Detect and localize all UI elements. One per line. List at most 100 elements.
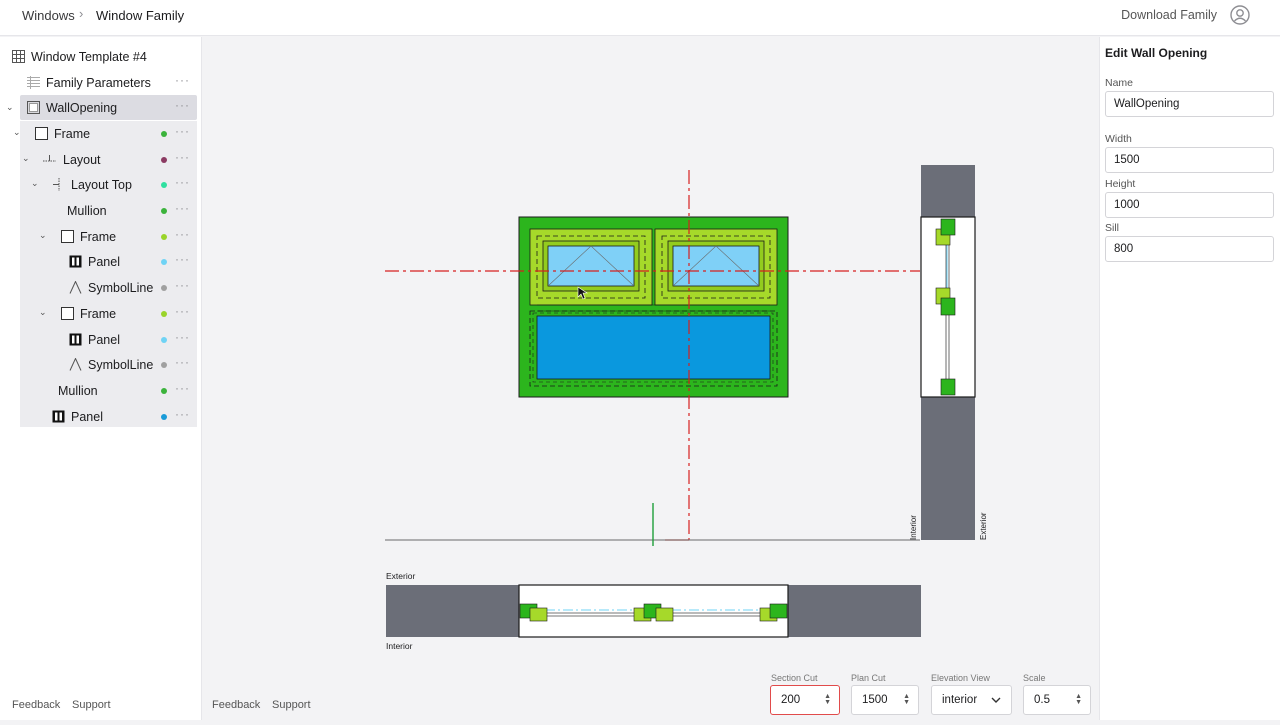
top-bar: Windows › Window Family Download Family <box>0 0 1280 36</box>
breadcrumb-windows[interactable]: Windows <box>22 8 75 23</box>
tree-item-family-parameters[interactable]: Family Parameters ··· <box>0 70 197 95</box>
more-icon[interactable]: ··· <box>175 252 190 266</box>
plan-exterior-label: Exterior <box>386 571 415 581</box>
edit-panel-title: Edit Wall Opening <box>1105 46 1208 60</box>
edit-panel: Edit Wall Opening Name WallOpening Width… <box>1099 37 1280 720</box>
more-icon[interactable]: ··· <box>175 175 190 189</box>
tree-label: Mullion <box>58 384 98 398</box>
list-icon <box>27 76 40 89</box>
tree-item-frame[interactable]: ⌄ Frame ··· <box>0 224 197 249</box>
glass-top-left <box>547 245 635 287</box>
glass-top-right <box>672 245 760 287</box>
tree-item-wallopening[interactable]: WallOpening ··· <box>20 95 197 120</box>
tree-item-mullion[interactable]: Mullion ··· <box>0 378 197 403</box>
color-dot <box>161 337 167 343</box>
sidebar-tree: Window Template #4 Family Parameters ···… <box>0 37 202 720</box>
color-dot <box>161 311 167 317</box>
tree-item-panel[interactable]: Panel ··· <box>0 327 197 352</box>
feedback-link[interactable]: Feedback <box>12 699 60 711</box>
tree-item-layout[interactable]: ⌄ Layout ··· <box>0 147 197 172</box>
plan-cut-stepper[interactable]: 1500 ▲ ▼ <box>851 685 919 715</box>
height-field[interactable]: 1000 <box>1105 192 1274 218</box>
height-label: Height <box>1105 178 1136 190</box>
more-icon[interactable]: ··· <box>175 201 190 215</box>
frame-icon <box>61 307 74 320</box>
more-icon[interactable]: ··· <box>175 227 190 241</box>
chevron-down-icon[interactable]: ⌄ <box>6 102 16 112</box>
stepper-arrows-icon[interactable]: ▲ ▼ <box>903 693 910 706</box>
tree-item-mullion[interactable]: Mullion ··· <box>0 198 197 223</box>
color-dot <box>161 157 167 163</box>
wall-opening-icon <box>27 101 40 114</box>
tree-label: Frame <box>80 307 117 321</box>
tree-label: Layout <box>63 153 101 167</box>
stepper-arrows-icon[interactable]: ▲ ▼ <box>1075 693 1082 706</box>
support-link-canvas[interactable]: Support <box>272 699 311 711</box>
plan-cut-value: 1500 <box>862 694 888 706</box>
section-exterior-label: Exterior <box>979 512 988 540</box>
more-icon[interactable]: ··· <box>175 355 190 369</box>
stepper-arrows-icon[interactable]: ▲ ▼ <box>824 693 831 706</box>
frame-icon <box>61 230 74 243</box>
color-dot <box>161 362 167 368</box>
chevron-down-icon[interactable]: ⌄ <box>22 153 32 163</box>
symbol-line-icon <box>69 281 82 294</box>
plan-cut-label: Plan Cut <box>851 673 886 683</box>
drawing-canvas[interactable]: Interior Exterior Exterior Interior <box>202 37 1098 720</box>
chevron-down-icon[interactable]: ⌄ <box>39 230 49 240</box>
color-dot <box>161 414 167 420</box>
tree-label: Frame <box>54 127 91 141</box>
more-icon[interactable]: ··· <box>175 150 190 164</box>
scale-value: 0.5 <box>1034 694 1050 706</box>
name-label: Name <box>1105 77 1134 89</box>
section-cut-stepper[interactable]: 200 ▲ ▼ <box>770 685 840 715</box>
section-cut-value: 200 <box>781 694 801 706</box>
tree-item-panel[interactable]: Panel ··· <box>0 404 197 429</box>
tree-item-symbolline[interactable]: SymbolLine ··· <box>0 352 197 377</box>
feedback-link-canvas[interactable]: Feedback <box>212 699 260 711</box>
name-field[interactable]: WallOpening <box>1105 91 1274 117</box>
symbol-line-icon <box>69 358 82 371</box>
width-field[interactable]: 1500 <box>1105 147 1274 173</box>
tree-item-frame[interactable]: ⌄ Frame ··· <box>0 301 197 326</box>
more-icon[interactable]: ··· <box>175 381 190 395</box>
plan-interior-label: Interior <box>386 641 413 651</box>
color-dot <box>161 182 167 188</box>
section-interior-label: Interior <box>909 515 918 540</box>
scale-label: Scale <box>1023 673 1046 683</box>
more-icon[interactable]: ··· <box>175 330 190 344</box>
tree-label: WallOpening <box>46 101 118 115</box>
support-link[interactable]: Support <box>72 699 111 711</box>
chevron-down-icon[interactable]: ⌄ <box>13 127 23 137</box>
tree-label: Family Parameters <box>46 76 151 90</box>
tree-item-frame[interactable]: ⌄ Frame ··· <box>0 121 197 146</box>
chevron-down-icon[interactable]: ⌄ <box>31 178 41 188</box>
more-icon[interactable]: ··· <box>175 278 190 292</box>
elevation-view-label: Elevation View <box>931 673 990 683</box>
sill-label: Sill <box>1105 222 1120 234</box>
scale-stepper[interactable]: 0.5 ▲ ▼ <box>1023 685 1091 715</box>
more-icon[interactable]: ··· <box>175 124 190 138</box>
more-icon[interactable]: ··· <box>175 407 190 421</box>
tree-item-panel[interactable]: Panel ··· <box>0 249 197 274</box>
tree-label: Panel <box>88 333 120 347</box>
tree-item-layout-top[interactable]: ⌄ Layout Top ··· <box>0 172 197 197</box>
chevron-right-icon: › <box>79 6 84 21</box>
tree-label: SymbolLine <box>88 281 154 295</box>
sill-field[interactable]: 800 <box>1105 236 1274 262</box>
chevron-down-icon[interactable]: ⌄ <box>39 307 49 317</box>
tree-label: Mullion <box>67 204 107 218</box>
user-avatar-icon[interactable] <box>1230 5 1250 25</box>
more-icon[interactable]: ··· <box>175 98 190 112</box>
more-icon[interactable]: ··· <box>175 73 190 87</box>
more-icon[interactable]: ··· <box>175 304 190 318</box>
window-drawing[interactable]: Interior Exterior Exterior Interior <box>202 37 1098 720</box>
tree-label: Frame <box>80 230 117 244</box>
tree-item-symbolline[interactable]: SymbolLine ··· <box>0 275 197 300</box>
color-dot <box>161 131 167 137</box>
elevation-view-select[interactable]: interior <box>931 685 1012 715</box>
download-family-button[interactable]: Download Family <box>1121 8 1217 22</box>
tree-item-template[interactable]: Window Template #4 <box>0 44 197 69</box>
panel-icon <box>52 410 65 423</box>
tree-label: SymbolLine <box>88 358 154 372</box>
